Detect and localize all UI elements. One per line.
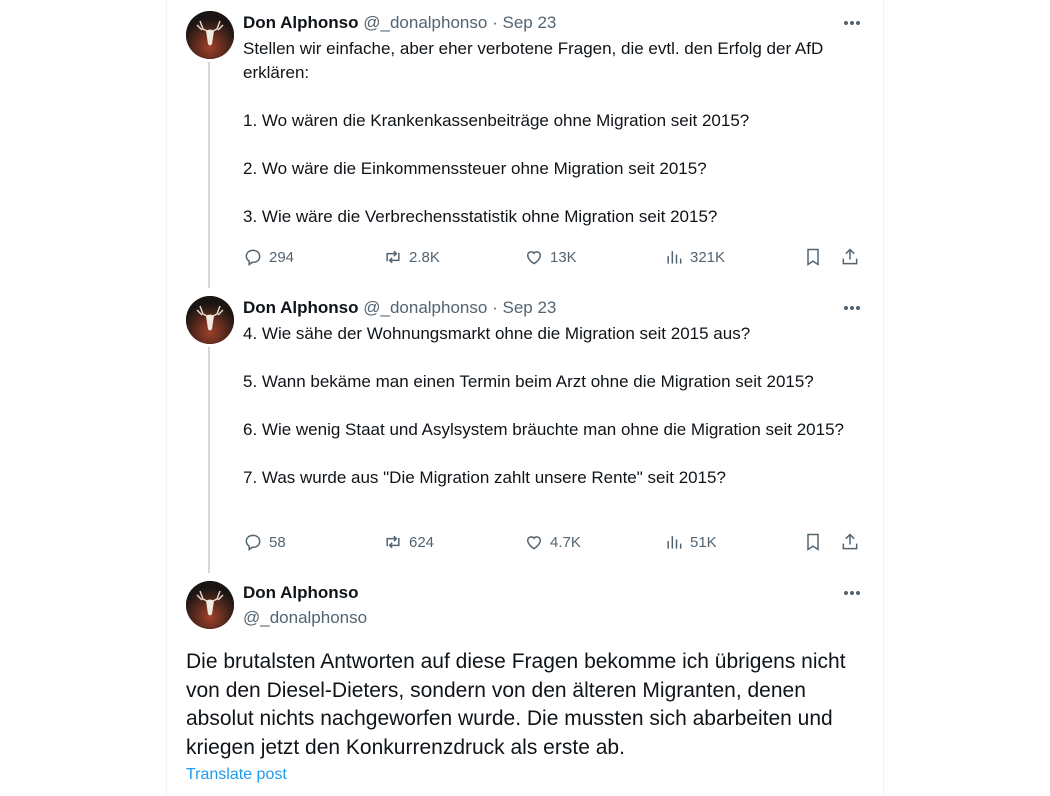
- bookmark-button[interactable]: [803, 530, 823, 554]
- avatar[interactable]: [186, 296, 234, 344]
- views-count: 51K: [690, 533, 717, 551]
- bookmark-icon: [807, 248, 819, 266]
- main-tweet-text: Die brutalsten Antworten auf diese Frage…: [186, 650, 846, 759]
- reply-button[interactable]: 58: [243, 530, 286, 554]
- author-handle[interactable]: @_donalphonso: [363, 298, 487, 317]
- retweet-count: 624: [409, 533, 435, 551]
- avatar[interactable]: [186, 581, 234, 629]
- deer-skull-avatar-icon: [186, 581, 234, 629]
- bookmark-button[interactable]: [803, 245, 823, 269]
- reply-button[interactable]: 294: [243, 245, 294, 269]
- tweet-actions: 294 2.8K 13K 321K: [243, 245, 865, 269]
- views-count: 321K: [690, 248, 726, 266]
- retweet-icon: [386, 250, 400, 264]
- reply-count: 58: [269, 533, 286, 551]
- deer-skull-avatar-icon: [186, 11, 234, 59]
- author-name[interactable]: Don Alphonso: [243, 298, 359, 317]
- reply-count: 294: [269, 248, 295, 266]
- tweet-text: 4. Wie sähe der Wohnungsmarkt ohne die M…: [243, 324, 845, 487]
- retweet-button[interactable]: 2.8K: [383, 245, 440, 269]
- reply-icon: [245, 534, 261, 551]
- like-count: 13K: [550, 248, 577, 266]
- tweet-actions: 58 624 4.7K 51K: [243, 530, 865, 554]
- more-dots-icon[interactable]: [839, 586, 865, 600]
- tweet-date[interactable]: Sep 23: [502, 13, 556, 32]
- like-button[interactable]: 4.7K: [524, 530, 581, 554]
- author-handle[interactable]: @_donalphonso: [243, 607, 367, 629]
- share-button[interactable]: [840, 245, 860, 269]
- views-icon: [667, 251, 682, 264]
- more-dots-icon[interactable]: [839, 16, 865, 30]
- author-name[interactable]: Don Alphonso: [243, 13, 359, 32]
- tweet-text: Stellen wir einfache, aber eher verboten…: [243, 39, 824, 226]
- like-button[interactable]: 13K: [524, 245, 577, 269]
- views-icon: [667, 536, 682, 549]
- bookmark-icon: [807, 533, 819, 551]
- share-icon: [842, 248, 858, 265]
- more-dots-icon[interactable]: [839, 301, 865, 315]
- views-button[interactable]: 51K: [664, 530, 717, 554]
- deer-skull-avatar-icon: [186, 296, 234, 344]
- views-button[interactable]: 321K: [664, 245, 725, 269]
- retweet-count: 2.8K: [409, 248, 440, 266]
- share-button[interactable]: [840, 530, 860, 554]
- thread-line: [208, 62, 210, 288]
- heart-icon: [526, 536, 542, 550]
- like-count: 4.7K: [550, 533, 581, 551]
- thread-line: [208, 347, 210, 573]
- separator-dot: ·: [492, 13, 498, 32]
- author-name[interactable]: Don Alphonso: [243, 582, 359, 604]
- translate-post-link[interactable]: Translate post: [186, 766, 287, 784]
- separator-dot: ·: [492, 298, 498, 317]
- author-handle[interactable]: @_donalphonso: [363, 13, 487, 32]
- tweet-date[interactable]: Sep 23: [502, 298, 556, 317]
- timeline-column: Don Alphonso @_donalphonso · Sep 23 Stel…: [166, 0, 884, 796]
- reply-icon: [245, 249, 261, 266]
- share-icon: [842, 533, 858, 550]
- retweet-button[interactable]: 624: [383, 530, 434, 554]
- avatar[interactable]: [186, 11, 234, 59]
- heart-icon: [526, 251, 542, 265]
- retweet-icon: [386, 535, 400, 549]
